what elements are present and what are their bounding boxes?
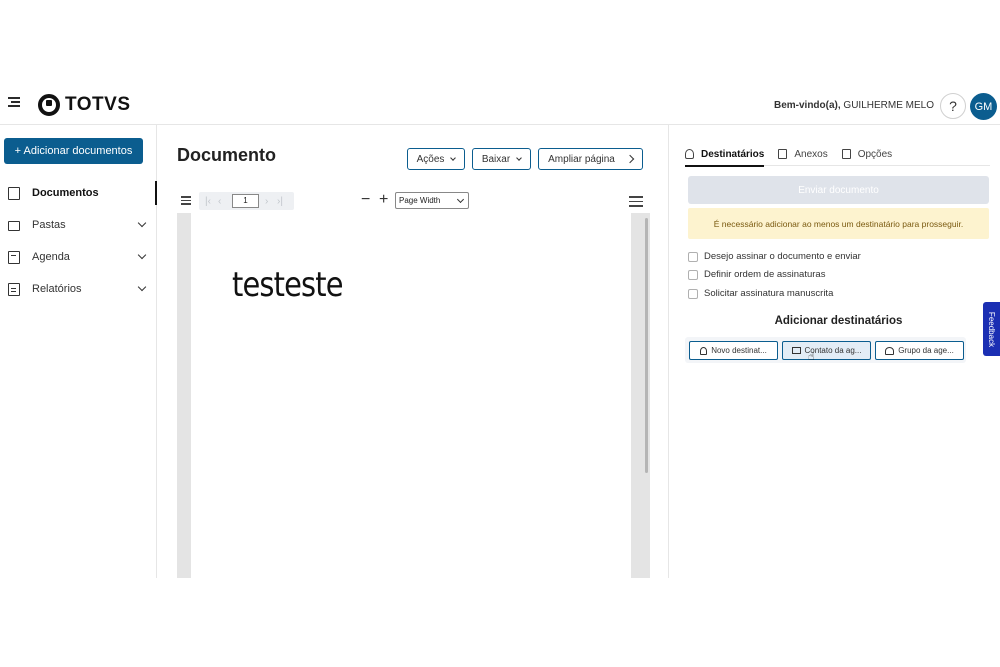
toggle-sidebar-icon[interactable] bbox=[181, 196, 193, 206]
send-document-button[interactable]: Enviar documento bbox=[688, 176, 989, 204]
page-navigation: |‹ ‹ 1 › ›| bbox=[199, 192, 294, 210]
download-label: Baixar bbox=[481, 153, 511, 165]
expand-label: Ampliar página bbox=[548, 153, 615, 165]
tab-label: Anexos bbox=[794, 148, 828, 160]
feedback-tab[interactable]: Feedback bbox=[983, 302, 1000, 356]
sidebar: + Adicionar documentos Documentos Pastas… bbox=[0, 125, 157, 578]
totvs-logo-icon bbox=[38, 94, 60, 116]
page-number-input[interactable]: 1 bbox=[232, 194, 259, 208]
avatar[interactable]: GM bbox=[970, 93, 997, 120]
download-dropdown[interactable]: Baixar bbox=[472, 148, 531, 170]
button-label: Novo destinat... bbox=[711, 346, 767, 355]
add-documents-button[interactable]: + Adicionar documentos bbox=[4, 138, 143, 164]
sidebar-item-agenda[interactable]: Agenda bbox=[0, 241, 157, 273]
report-icon bbox=[8, 282, 20, 296]
contact-card-icon bbox=[791, 347, 801, 354]
sidebar-item-label: Relatórios bbox=[32, 283, 82, 295]
group-icon bbox=[885, 346, 895, 355]
sidebar-nav: Documentos Pastas Agenda Relatórios bbox=[0, 177, 157, 305]
chevron-down-icon bbox=[137, 218, 147, 228]
checkbox[interactable] bbox=[688, 251, 698, 262]
sidebar-item-label: Pastas bbox=[32, 219, 66, 231]
agenda-group-button[interactable]: Grupo da age... bbox=[875, 341, 964, 360]
sidebar-item-relatorios[interactable]: Relatórios bbox=[0, 273, 157, 305]
sidebar-item-label: Agenda bbox=[32, 251, 70, 263]
actions-label: Ações bbox=[416, 153, 445, 165]
panel-tabs: Destinatários Anexos Opções bbox=[685, 142, 990, 167]
chevron-down-icon bbox=[137, 250, 147, 260]
button-label: Grupo da age... bbox=[898, 346, 954, 355]
previous-page-icon[interactable]: ‹ bbox=[218, 196, 221, 207]
checkbox-signature-order[interactable]: Definir ordem de assinaturas bbox=[688, 269, 825, 280]
tab-anexos[interactable]: Anexos bbox=[778, 142, 828, 166]
checkbox-handwritten-signature[interactable]: Solicitar assinatura manuscrita bbox=[688, 288, 833, 299]
options-icon bbox=[841, 149, 851, 159]
person-icon bbox=[700, 346, 708, 355]
person-icon bbox=[685, 149, 694, 159]
folder-icon bbox=[8, 221, 20, 231]
checkbox-label: Desejo assinar o documento e enviar bbox=[704, 251, 861, 262]
warning-alert: É necessário adicionar ao menos um desti… bbox=[688, 208, 989, 239]
first-page-icon[interactable]: |‹ bbox=[205, 196, 211, 207]
checkbox[interactable] bbox=[688, 269, 698, 280]
zoom-select[interactable]: Page Width bbox=[395, 192, 469, 209]
page-content: testeste bbox=[232, 265, 344, 305]
tab-opcoes[interactable]: Opções bbox=[841, 142, 893, 166]
actions-dropdown[interactable]: Ações bbox=[407, 148, 465, 170]
sidebar-item-pastas[interactable]: Pastas bbox=[0, 209, 157, 241]
attachment-icon bbox=[778, 149, 788, 159]
more-options-icon[interactable] bbox=[629, 196, 643, 210]
sidebar-item-documentos[interactable]: Documentos bbox=[0, 177, 157, 209]
next-page-icon[interactable]: › bbox=[265, 196, 268, 207]
viewer-scrollbar[interactable] bbox=[645, 218, 648, 473]
app-window: TOTVS Bem-vindo(a), GUILHERME MELO ? GM … bbox=[0, 85, 1000, 578]
checkbox-label: Solicitar assinatura manuscrita bbox=[704, 288, 834, 299]
menu-icon[interactable] bbox=[8, 97, 22, 111]
checkbox-label: Definir ordem de assinaturas bbox=[704, 269, 826, 280]
help-button[interactable]: ? bbox=[940, 93, 966, 119]
new-recipient-button[interactable]: Novo destinat... bbox=[689, 341, 778, 360]
recipient-buttons: Novo destinat... Contato da ag... Grupo … bbox=[685, 337, 966, 363]
user-name: GUILHERME MELO bbox=[843, 100, 934, 111]
tab-destinatarios[interactable]: Destinatários bbox=[685, 142, 765, 167]
feedback-label: Feedback bbox=[987, 311, 997, 347]
top-bar: TOTVS Bem-vindo(a), GUILHERME MELO ? GM bbox=[0, 85, 1000, 125]
calendar-icon bbox=[8, 250, 20, 264]
hand-cursor-icon: ☝ bbox=[808, 351, 815, 363]
chevron-down-icon bbox=[516, 154, 523, 161]
document-page: testeste bbox=[191, 213, 631, 578]
document-main: Documento Ações Baixar Ampliar página |‹… bbox=[157, 125, 669, 578]
page-title: Documento bbox=[177, 145, 276, 165]
welcome-text: Bem-vindo(a), GUILHERME MELO bbox=[774, 100, 934, 111]
add-recipients-title: Adicionar destinatários bbox=[774, 315, 903, 327]
zoom-out-button[interactable]: − bbox=[361, 191, 370, 209]
recipients-panel: Destinatários Anexos Opções Enviar docum… bbox=[669, 125, 1000, 578]
checkbox-sign-and-send[interactable]: Desejo assinar o documento e enviar bbox=[688, 251, 861, 262]
chevron-down-icon bbox=[137, 282, 147, 292]
pdf-viewer: testeste bbox=[177, 213, 650, 578]
sidebar-item-label: Documentos bbox=[32, 187, 99, 199]
viewer-toolbar: |‹ ‹ 1 › ›| − + Page Width bbox=[177, 191, 649, 213]
agenda-contact-button[interactable]: Contato da ag... bbox=[782, 341, 871, 360]
logo: TOTVS bbox=[38, 94, 131, 116]
last-page-icon[interactable]: ›| bbox=[277, 196, 283, 207]
document-icon bbox=[8, 186, 20, 200]
chevron-right-icon bbox=[625, 154, 635, 164]
logo-text: TOTVS bbox=[65, 94, 131, 115]
chevron-down-icon bbox=[450, 154, 457, 161]
checkbox[interactable] bbox=[688, 288, 698, 299]
zoom-in-button[interactable]: + bbox=[379, 191, 388, 209]
welcome-label: Bem-vindo(a), bbox=[773, 100, 841, 111]
tab-label: Destinatários bbox=[701, 148, 765, 160]
tab-label: Opções bbox=[857, 148, 893, 160]
expand-page-button[interactable]: Ampliar página bbox=[538, 148, 643, 170]
